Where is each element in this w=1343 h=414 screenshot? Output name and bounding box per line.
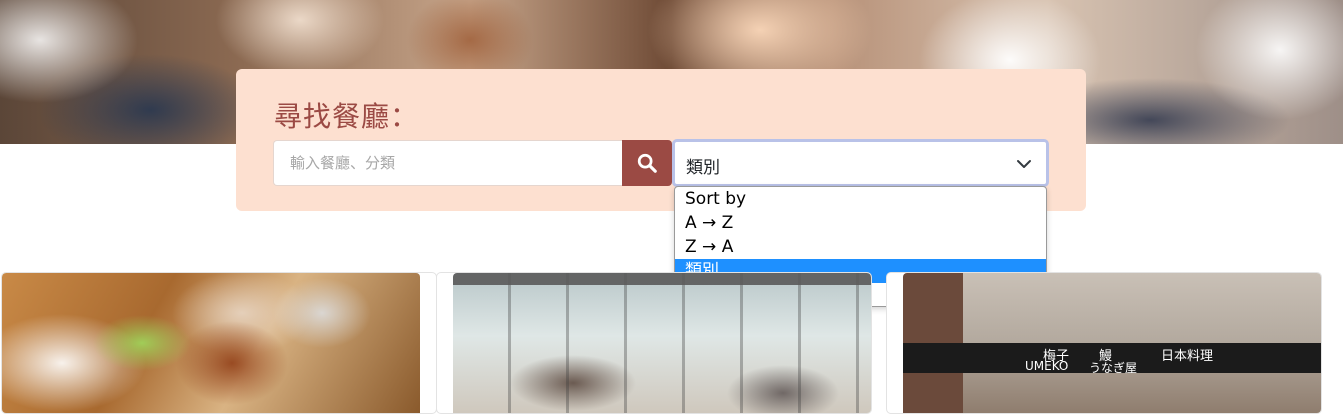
- sort-option-a-z[interactable]: A → Z: [675, 211, 1046, 235]
- storefront-sign-cuisine: 日本料理: [1161, 349, 1214, 364]
- restaurant-card-image[interactable]: [2, 273, 420, 413]
- restaurant-card[interactable]: [1, 272, 437, 414]
- storefront-sign-sub: うなぎ屋: [1089, 361, 1138, 375]
- sort-option-z-a[interactable]: Z → A: [675, 235, 1046, 259]
- sort-select-value: 類別: [686, 158, 720, 178]
- search-title: 尋找餐廳：: [274, 100, 420, 133]
- restaurant-card[interactable]: 梅子 鰻 日本料理 UMEKO うなぎ屋: [886, 272, 1322, 414]
- storefront-sign-brand: UMEKO: [1025, 359, 1069, 373]
- restaurant-card[interactable]: [436, 272, 872, 414]
- sort-option-sort-by[interactable]: Sort by: [675, 187, 1046, 211]
- search-icon: [637, 153, 657, 173]
- search-button[interactable]: [622, 140, 672, 186]
- chevron-down-icon: [1017, 160, 1031, 168]
- restaurant-card-image[interactable]: [453, 273, 871, 413]
- sort-select[interactable]: 類別: [672, 139, 1049, 187]
- restaurant-card-image[interactable]: 梅子 鰻 日本料理 UMEKO うなぎ屋: [903, 273, 1321, 413]
- search-input[interactable]: [273, 140, 625, 186]
